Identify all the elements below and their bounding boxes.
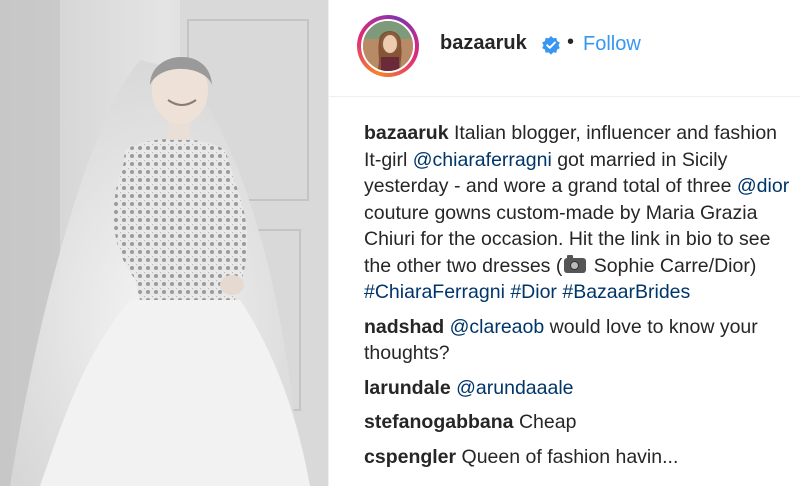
comment-username[interactable]: nadshad <box>364 316 444 338</box>
bride-illustration <box>0 0 328 486</box>
hashtag-link[interactable]: #BazaarBrides <box>562 281 690 303</box>
avatar-image <box>363 21 413 71</box>
comments-list: bazaaruk Italian blogger, influencer and… <box>364 120 790 478</box>
caption: bazaaruk Italian blogger, influencer and… <box>364 120 790 306</box>
comment-item: cspengler Queen of fashion havin... <box>364 444 790 471</box>
separator-dot: • <box>567 31 575 53</box>
comment-text: Cheap <box>518 411 577 433</box>
camera-emoji-icon <box>564 254 587 273</box>
author-username[interactable]: bazaaruk <box>440 32 527 55</box>
comment-item: stefanogabbana Cheap <box>364 409 790 436</box>
caption-text-4: Sophie Carre/Dior) <box>588 254 757 277</box>
hashtag-link[interactable]: #Dior <box>510 281 557 303</box>
mention-link[interactable]: @dior <box>737 175 789 197</box>
comment-username[interactable]: stefanogabbana <box>364 411 514 433</box>
caption-username[interactable]: bazaaruk <box>364 122 449 144</box>
mention-link[interactable]: @arundaaale <box>456 377 573 399</box>
post-header: bazaaruk • Follow <box>329 0 800 97</box>
post-photo[interactable] <box>0 0 328 486</box>
hashtag-link[interactable]: #ChiaraFerragni <box>364 281 505 303</box>
mention-link[interactable]: @chiaraferragni <box>413 149 552 171</box>
comment-item: larundale @arundaaale <box>364 375 790 402</box>
comment-username[interactable]: cspengler <box>364 446 456 468</box>
comment-item: nadshad @clareaob would love to know you… <box>364 314 790 367</box>
mention-link[interactable]: @clareaob <box>450 316 545 338</box>
story-ring[interactable] <box>357 15 419 77</box>
verified-badge-icon <box>541 35 561 55</box>
comment-username[interactable]: larundale <box>364 377 451 399</box>
comment-text: Queen of fashion havin... <box>461 445 679 468</box>
avatar[interactable] <box>361 19 415 73</box>
post-side-panel: bazaaruk • Follow bazaaruk Italian blogg… <box>329 0 800 486</box>
follow-button[interactable]: Follow <box>583 33 641 56</box>
